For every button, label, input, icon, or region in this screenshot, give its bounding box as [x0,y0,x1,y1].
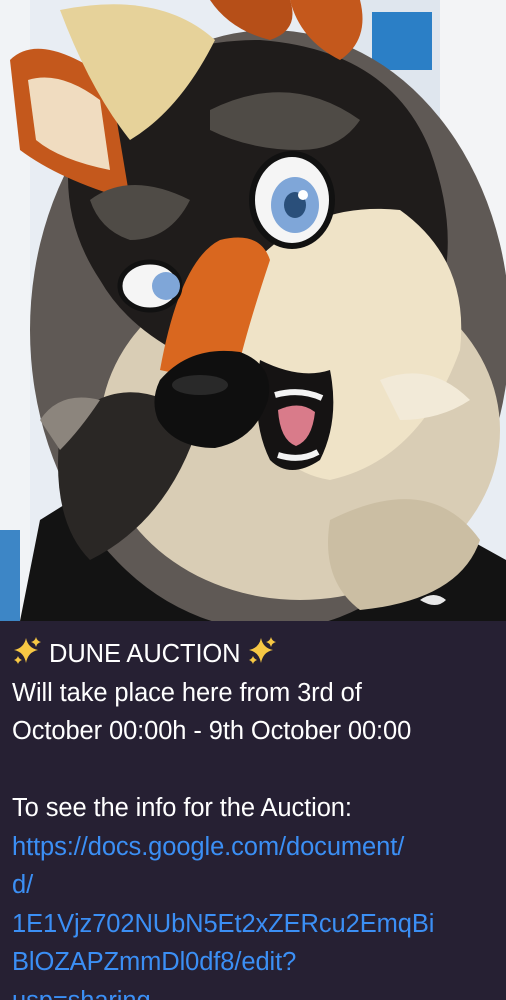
auction-date-line-2: October 00:00h - 9th October 00:00 [12,717,412,745]
info-label: To see the info for the Auction: [12,794,352,822]
sparkles-icon [14,637,41,664]
link-line-3: 1E1Vjz702NUbN5Et2xZERcu2EmqBi [12,909,435,938]
sparkles-icon [249,637,277,664]
fursuit-photo[interactable] [0,0,506,621]
link-line-4: BlOZAPZmmDl0df8/edit? [12,948,297,976]
auction-title-line: DUNE AUCTION [12,635,498,674]
auction-date-line-1: Will take place here from 3rd of [12,678,362,707]
auction-info-link[interactable]: https://docs.google.com/document/ d/ 1E1… [12,828,498,1000]
message-text: DUNE AUCTION Will take place here from 3… [12,635,498,1000]
link-line-2: d/ [12,871,34,899]
fursuit-head-image [0,0,506,621]
link-line-5: usp=sharing [12,982,498,1000]
link-line-1: https://docs.google.com/document/ [12,832,405,861]
auction-title: DUNE AUCTION [49,640,241,668]
message-bubble: DUNE AUCTION Will take place here from 3… [0,621,506,1000]
